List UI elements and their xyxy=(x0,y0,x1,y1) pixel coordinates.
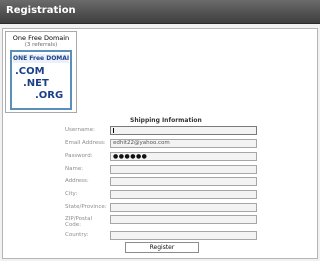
banner-tld-net: .NET xyxy=(23,78,49,89)
register-button[interactable]: Register xyxy=(125,242,199,253)
name-label: Name: xyxy=(65,166,84,172)
address-label: Address: xyxy=(65,178,89,184)
registration-panel: One Free Domain (3 referrals) ONE Free D… xyxy=(2,28,318,259)
free-domain-promo[interactable]: One Free Domain (3 referrals) ONE Free D… xyxy=(5,31,77,113)
page-title: Registration xyxy=(6,5,76,16)
username-row: Username: xyxy=(3,126,319,136)
domain-banner-image[interactable]: ONE Free DOMAIN .COM .NET .ORG xyxy=(10,50,72,110)
zip-row: ZIP/Postal Code: xyxy=(3,215,319,228)
country-row: Country: xyxy=(3,231,319,241)
email-row: Email Address: edhit22@yahoo.com xyxy=(3,139,319,149)
city-row: City: xyxy=(3,190,319,200)
city-input[interactable] xyxy=(110,190,257,199)
text-caret xyxy=(113,128,114,133)
password-label: Password: xyxy=(65,153,93,159)
section-title: Shipping Information xyxy=(130,117,202,124)
city-label: City: xyxy=(65,191,78,197)
zip-label: ZIP/Postal Code: xyxy=(65,216,92,228)
address-input[interactable] xyxy=(110,177,257,186)
name-row: Name: xyxy=(3,165,319,175)
state-label: State/Province: xyxy=(65,204,107,210)
banner-tld-org: .ORG xyxy=(35,90,64,101)
country-label: Country: xyxy=(65,232,89,238)
name-input[interactable] xyxy=(110,165,257,174)
title-bar: Registration xyxy=(0,0,320,24)
promo-title: One Free Domain xyxy=(12,34,70,42)
state-row: State/Province: xyxy=(3,203,319,213)
country-input[interactable] xyxy=(110,231,257,240)
username-input[interactable] xyxy=(110,126,257,135)
password-row: Password: ●●●●●● xyxy=(3,152,319,162)
address-row: Address: xyxy=(3,177,319,187)
zip-input[interactable] xyxy=(110,215,257,224)
email-input[interactable]: edhit22@yahoo.com xyxy=(110,139,257,148)
state-input[interactable] xyxy=(110,203,257,212)
email-label: Email Address: xyxy=(65,140,106,146)
username-label: Username: xyxy=(65,127,95,133)
promo-subtitle: (3 referrals) xyxy=(24,42,58,48)
banner-heading: ONE Free DOMAIN xyxy=(13,54,69,63)
password-input[interactable]: ●●●●●● xyxy=(110,152,257,161)
banner-tld-com: .COM xyxy=(15,66,45,77)
